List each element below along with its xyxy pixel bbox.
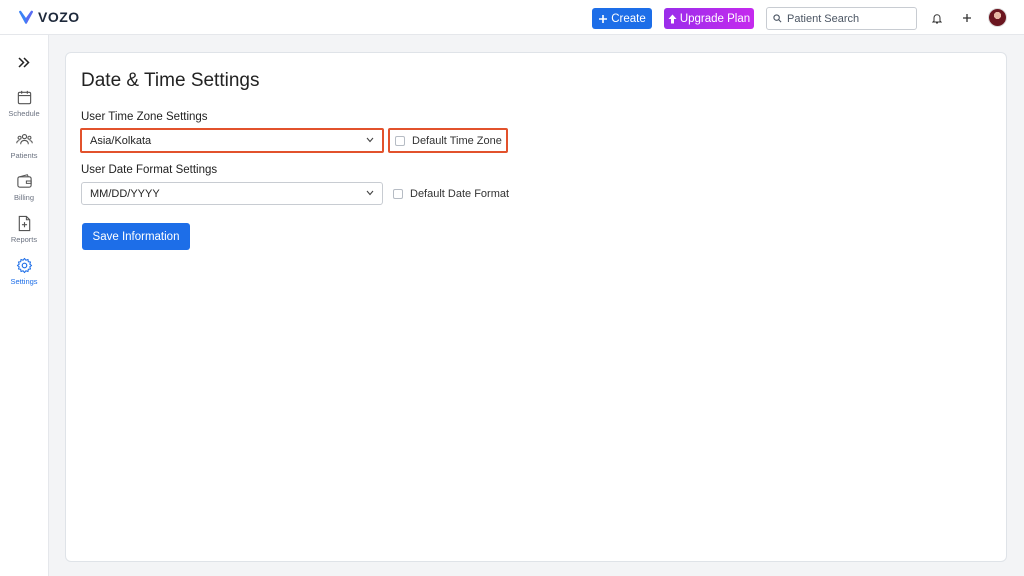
sidebar: Schedule Patients Billing Reports Settin…	[0, 35, 49, 576]
settings-card: Date & Time Settings User Time Zone Sett…	[65, 52, 1007, 562]
wallet-icon	[16, 174, 32, 188]
arrow-up-icon	[668, 14, 677, 23]
user-avatar[interactable]	[988, 8, 1007, 27]
double-chevron-right-icon	[18, 56, 30, 68]
sidebar-item-label: Reports	[10, 235, 38, 244]
chevron-down-icon	[366, 190, 374, 196]
sidebar-expand-button[interactable]	[14, 54, 34, 70]
default-timezone-checkbox-box[interactable]	[395, 135, 405, 146]
save-information-button[interactable]: Save Information	[82, 223, 190, 250]
default-timezone-checkbox[interactable]: Default Time Zone	[388, 128, 508, 153]
chevron-down-icon	[366, 137, 374, 143]
sidebar-item-reports[interactable]: Reports	[0, 215, 48, 253]
page-title: Date & Time Settings	[81, 70, 260, 91]
plus-icon	[599, 14, 608, 23]
notifications-button[interactable]	[928, 9, 946, 27]
date-format-section-label: User Date Format Settings	[81, 164, 218, 176]
date-format-select-value: MM/DD/YYYY	[90, 187, 160, 200]
timezone-select[interactable]: Asia/Kolkata	[80, 128, 384, 153]
default-date-format-checkbox-box[interactable]	[393, 189, 403, 199]
timezone-select-value: Asia/Kolkata	[90, 134, 152, 147]
report-icon	[18, 215, 30, 232]
create-button-label: Create	[611, 12, 646, 25]
sidebar-item-billing[interactable]: Billing	[0, 173, 48, 211]
quick-add-button[interactable]	[958, 9, 976, 27]
create-button[interactable]: Create	[592, 8, 652, 29]
patient-search-input[interactable]	[787, 12, 907, 25]
vozo-logo-icon	[19, 10, 33, 24]
calendar-icon	[17, 90, 31, 105]
sidebar-item-settings[interactable]: Settings	[0, 257, 48, 295]
sidebar-item-patients[interactable]: Patients	[0, 131, 48, 169]
default-date-format-checkbox[interactable]: Default Date Format	[393, 188, 509, 200]
date-format-select[interactable]: MM/DD/YYYY	[81, 182, 383, 205]
sidebar-item-label: Settings	[10, 277, 38, 286]
top-bar: VOZO Create Upgrade Plan	[0, 0, 1024, 35]
sidebar-item-label: Schedule	[8, 109, 40, 118]
patient-search-box[interactable]	[766, 7, 917, 30]
sidebar-item-schedule[interactable]: Schedule	[0, 89, 48, 127]
logo-text: VOZO	[38, 9, 80, 25]
default-date-format-label: Default Date Format	[410, 188, 510, 200]
upgrade-plan-label: Upgrade Plan	[679, 12, 751, 25]
search-icon	[773, 14, 782, 23]
timezone-section-label: User Time Zone Settings	[81, 111, 208, 123]
upgrade-plan-button[interactable]: Upgrade Plan	[664, 8, 754, 29]
gear-icon	[16, 257, 32, 274]
users-icon	[15, 134, 33, 145]
sidebar-item-label: Patients	[10, 151, 38, 160]
vozo-logo[interactable]: VOZO	[18, 9, 80, 25]
sidebar-item-label: Billing	[13, 193, 34, 202]
default-timezone-label: Default Time Zone	[412, 134, 502, 147]
bell-icon	[932, 13, 942, 23]
plus-icon	[963, 14, 971, 22]
